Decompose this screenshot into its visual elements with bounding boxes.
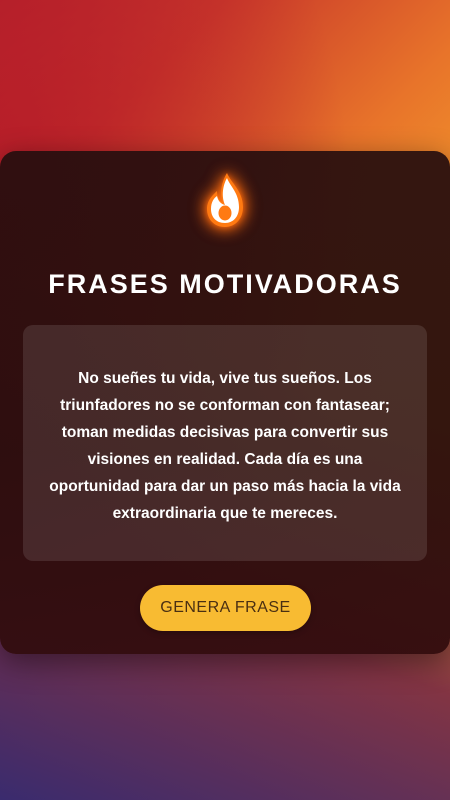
flame-icon — [201, 169, 249, 233]
page-title: FRASES MOTIVADORAS — [48, 269, 402, 299]
quote-box: No sueñes tu vida, vive tus sueños. Los … — [23, 325, 427, 561]
quote-text: No sueñes tu vida, vive tus sueños. Los … — [49, 370, 401, 522]
quote-card: FRASES MOTIVADORAS No sueñes tu vida, vi… — [0, 151, 450, 654]
generate-quote-button[interactable]: GENERA FRASE — [140, 585, 311, 631]
